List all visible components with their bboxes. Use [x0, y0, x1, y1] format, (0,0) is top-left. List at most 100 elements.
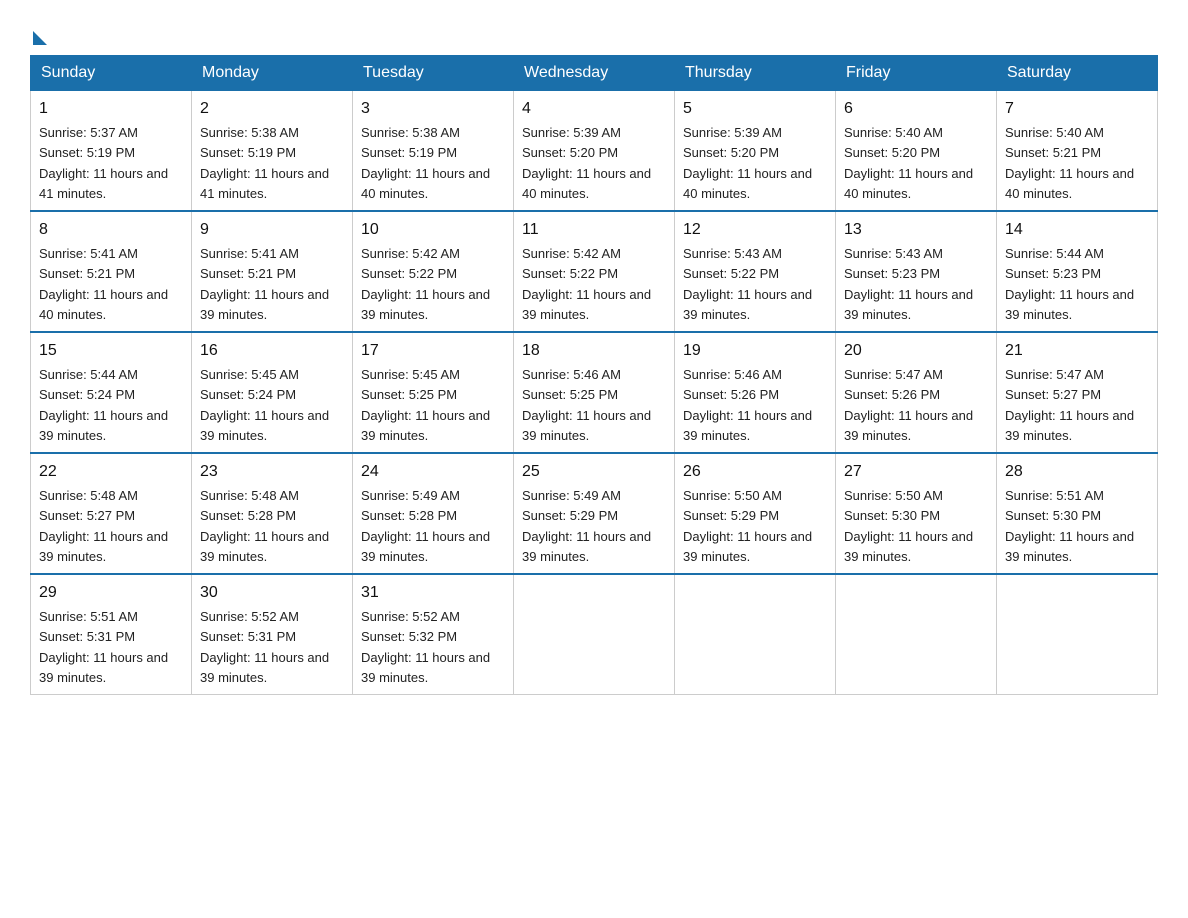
day-number: 10	[361, 218, 505, 242]
calendar-cell: 19Sunrise: 5:46 AMSunset: 5:26 PMDayligh…	[675, 332, 836, 453]
day-info: Sunrise: 5:52 AMSunset: 5:31 PMDaylight:…	[200, 609, 329, 685]
calendar-cell: 2 Sunrise: 5:38 AMSunset: 5:19 PMDaylight…	[192, 91, 353, 212]
day-info: Sunrise: 5:38 AMSunset: 5:19 PMDaylight:…	[200, 125, 329, 201]
day-number: 26	[683, 460, 827, 484]
day-number: 6	[844, 97, 988, 121]
day-info: Sunrise: 5:45 AMSunset: 5:24 PMDaylight:…	[200, 367, 329, 443]
calendar-header-wednesday: Wednesday	[514, 56, 675, 91]
day-info: Sunrise: 5:49 AMSunset: 5:29 PMDaylight:…	[522, 488, 651, 564]
calendar-cell: 20 Sunrise: 5:47 AMSunset: 5:26 PMDayligh…	[836, 332, 997, 453]
day-number: 22	[39, 460, 183, 484]
day-info: Sunrise: 5:51 AMSunset: 5:31 PMDaylight:…	[39, 609, 168, 685]
day-number: 29	[39, 581, 183, 605]
calendar-cell: 5 Sunrise: 5:39 AMSunset: 5:20 PMDaylight…	[675, 91, 836, 212]
day-number: 11	[522, 218, 666, 242]
calendar-cell	[514, 574, 675, 695]
day-info: Sunrise: 5:43 AMSunset: 5:22 PMDaylight:…	[683, 246, 812, 322]
day-info: Sunrise: 5:40 AMSunset: 5:20 PMDaylight:…	[844, 125, 973, 201]
calendar-table: SundayMondayTuesdayWednesdayThursdayFrid…	[30, 55, 1158, 695]
calendar-cell	[836, 574, 997, 695]
day-info: Sunrise: 5:47 AMSunset: 5:27 PMDaylight:…	[1005, 367, 1134, 443]
day-info: Sunrise: 5:43 AMSunset: 5:23 PMDaylight:…	[844, 246, 973, 322]
day-number: 2	[200, 97, 344, 121]
calendar-header-saturday: Saturday	[997, 56, 1158, 91]
calendar-header-sunday: Sunday	[31, 56, 192, 91]
calendar-cell: 27Sunrise: 5:50 AMSunset: 5:30 PMDayligh…	[836, 453, 997, 574]
calendar-cell	[675, 574, 836, 695]
day-number: 1	[39, 97, 183, 121]
day-info: Sunrise: 5:44 AMSunset: 5:23 PMDaylight:…	[1005, 246, 1134, 322]
calendar-cell: 24 Sunrise: 5:49 AMSunset: 5:28 PMDayligh…	[353, 453, 514, 574]
day-info: Sunrise: 5:47 AMSunset: 5:26 PMDaylight:…	[844, 367, 973, 443]
day-info: Sunrise: 5:40 AMSunset: 5:21 PMDaylight:…	[1005, 125, 1134, 201]
calendar-week-row: 22Sunrise: 5:48 AMSunset: 5:27 PMDayligh…	[31, 453, 1158, 574]
calendar-cell: 15 Sunrise: 5:44 AMSunset: 5:24 PMDayligh…	[31, 332, 192, 453]
day-number: 20	[844, 339, 988, 363]
calendar-cell: 7 Sunrise: 5:40 AMSunset: 5:21 PMDaylight…	[997, 91, 1158, 212]
calendar-cell: 10 Sunrise: 5:42 AMSunset: 5:22 PMDayligh…	[353, 211, 514, 332]
day-number: 5	[683, 97, 827, 121]
calendar-cell: 12Sunrise: 5:43 AMSunset: 5:22 PMDayligh…	[675, 211, 836, 332]
day-info: Sunrise: 5:45 AMSunset: 5:25 PMDaylight:…	[361, 367, 490, 443]
day-number: 18	[522, 339, 666, 363]
calendar-header-friday: Friday	[836, 56, 997, 91]
day-info: Sunrise: 5:46 AMSunset: 5:25 PMDaylight:…	[522, 367, 651, 443]
day-info: Sunrise: 5:44 AMSunset: 5:24 PMDaylight:…	[39, 367, 168, 443]
day-info: Sunrise: 5:38 AMSunset: 5:19 PMDaylight:…	[361, 125, 490, 201]
calendar-week-row: 29 Sunrise: 5:51 AMSunset: 5:31 PMDayligh…	[31, 574, 1158, 695]
day-number: 15	[39, 339, 183, 363]
calendar-cell: 13 Sunrise: 5:43 AMSunset: 5:23 PMDayligh…	[836, 211, 997, 332]
page-header	[30, 20, 1158, 45]
calendar-cell: 11 Sunrise: 5:42 AMSunset: 5:22 PMDayligh…	[514, 211, 675, 332]
calendar-week-row: 15 Sunrise: 5:44 AMSunset: 5:24 PMDayligh…	[31, 332, 1158, 453]
calendar-cell: 26 Sunrise: 5:50 AMSunset: 5:29 PMDayligh…	[675, 453, 836, 574]
day-number: 25	[522, 460, 666, 484]
logo	[30, 25, 47, 45]
day-number: 19	[683, 339, 827, 363]
day-info: Sunrise: 5:42 AMSunset: 5:22 PMDaylight:…	[361, 246, 490, 322]
calendar-cell: 1 Sunrise: 5:37 AMSunset: 5:19 PMDaylight…	[31, 91, 192, 212]
calendar-cell: 4Sunrise: 5:39 AMSunset: 5:20 PMDaylight…	[514, 91, 675, 212]
calendar-header-monday: Monday	[192, 56, 353, 91]
day-number: 7	[1005, 97, 1149, 121]
day-number: 14	[1005, 218, 1149, 242]
calendar-week-row: 8 Sunrise: 5:41 AMSunset: 5:21 PMDaylight…	[31, 211, 1158, 332]
day-info: Sunrise: 5:41 AMSunset: 5:21 PMDaylight:…	[200, 246, 329, 322]
day-number: 24	[361, 460, 505, 484]
calendar-header-row: SundayMondayTuesdayWednesdayThursdayFrid…	[31, 56, 1158, 91]
day-number: 31	[361, 581, 505, 605]
calendar-header-tuesday: Tuesday	[353, 56, 514, 91]
day-number: 8	[39, 218, 183, 242]
day-info: Sunrise: 5:48 AMSunset: 5:28 PMDaylight:…	[200, 488, 329, 564]
calendar-cell: 22Sunrise: 5:48 AMSunset: 5:27 PMDayligh…	[31, 453, 192, 574]
day-info: Sunrise: 5:52 AMSunset: 5:32 PMDaylight:…	[361, 609, 490, 685]
day-number: 9	[200, 218, 344, 242]
calendar-cell: 16 Sunrise: 5:45 AMSunset: 5:24 PMDayligh…	[192, 332, 353, 453]
day-info: Sunrise: 5:49 AMSunset: 5:28 PMDaylight:…	[361, 488, 490, 564]
day-number: 30	[200, 581, 344, 605]
calendar-cell	[997, 574, 1158, 695]
calendar-week-row: 1 Sunrise: 5:37 AMSunset: 5:19 PMDaylight…	[31, 91, 1158, 212]
calendar-cell: 17Sunrise: 5:45 AMSunset: 5:25 PMDayligh…	[353, 332, 514, 453]
calendar-cell: 29 Sunrise: 5:51 AMSunset: 5:31 PMDayligh…	[31, 574, 192, 695]
day-info: Sunrise: 5:39 AMSunset: 5:20 PMDaylight:…	[683, 125, 812, 201]
calendar-cell: 30 Sunrise: 5:52 AMSunset: 5:31 PMDayligh…	[192, 574, 353, 695]
day-info: Sunrise: 5:50 AMSunset: 5:30 PMDaylight:…	[844, 488, 973, 564]
calendar-cell: 28Sunrise: 5:51 AMSunset: 5:30 PMDayligh…	[997, 453, 1158, 574]
calendar-cell: 9 Sunrise: 5:41 AMSunset: 5:21 PMDaylight…	[192, 211, 353, 332]
logo-arrow-icon	[33, 31, 47, 45]
day-number: 28	[1005, 460, 1149, 484]
day-info: Sunrise: 5:41 AMSunset: 5:21 PMDaylight:…	[39, 246, 168, 322]
calendar-cell: 18 Sunrise: 5:46 AMSunset: 5:25 PMDayligh…	[514, 332, 675, 453]
day-number: 16	[200, 339, 344, 363]
calendar-cell: 14 Sunrise: 5:44 AMSunset: 5:23 PMDayligh…	[997, 211, 1158, 332]
calendar-cell: 25 Sunrise: 5:49 AMSunset: 5:29 PMDayligh…	[514, 453, 675, 574]
calendar-cell: 23Sunrise: 5:48 AMSunset: 5:28 PMDayligh…	[192, 453, 353, 574]
day-info: Sunrise: 5:50 AMSunset: 5:29 PMDaylight:…	[683, 488, 812, 564]
day-info: Sunrise: 5:37 AMSunset: 5:19 PMDaylight:…	[39, 125, 168, 201]
day-info: Sunrise: 5:42 AMSunset: 5:22 PMDaylight:…	[522, 246, 651, 322]
day-number: 13	[844, 218, 988, 242]
calendar-cell: 6 Sunrise: 5:40 AMSunset: 5:20 PMDaylight…	[836, 91, 997, 212]
calendar-cell: 8 Sunrise: 5:41 AMSunset: 5:21 PMDaylight…	[31, 211, 192, 332]
day-number: 3	[361, 97, 505, 121]
